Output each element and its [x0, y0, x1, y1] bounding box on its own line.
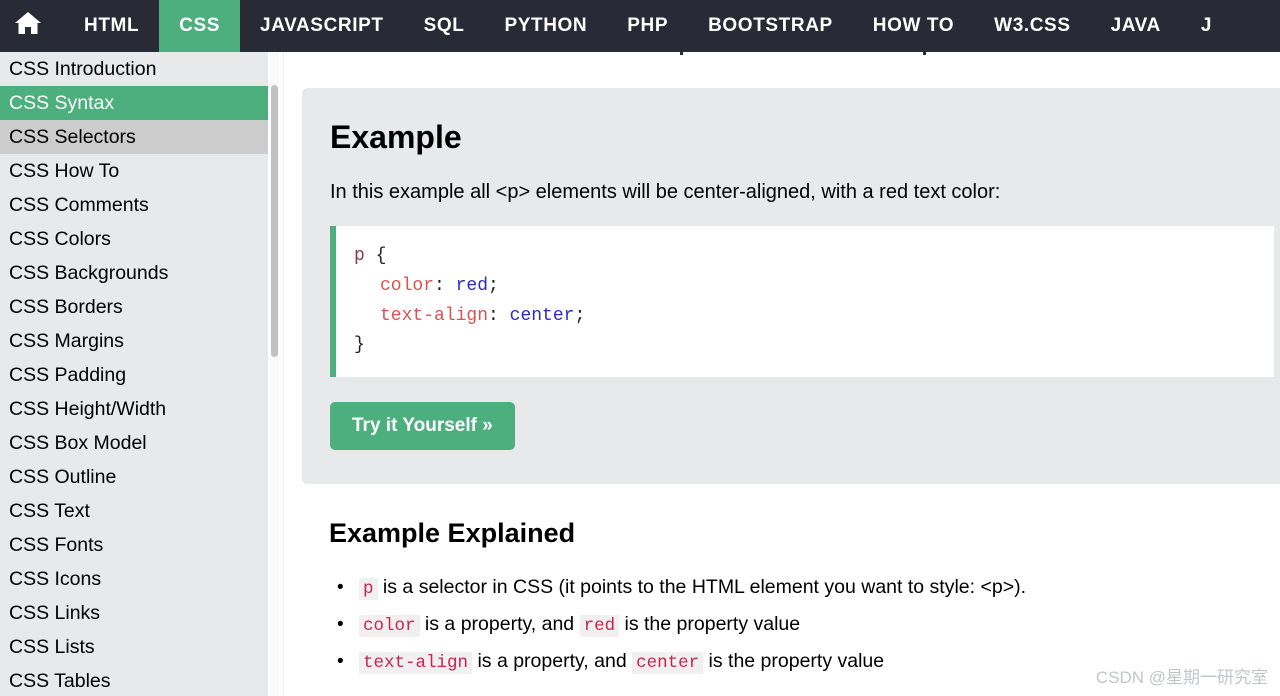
nav-item-css[interactable]: CSS — [159, 0, 241, 52]
example-description: In this example all <p> elements will be… — [330, 181, 1001, 204]
top-navigation-bar: HTML CSS JAVASCRIPT SQL PYTHON PHP BOOTSTRAP HO… — [0, 0, 1280, 52]
sidebar-item-css-borders[interactable]: CSS Borders — [0, 290, 268, 324]
nav-item-j[interactable]: J — [1181, 0, 1232, 52]
home-nav-button[interactable] — [0, 0, 64, 52]
sidebar-item-css-outline[interactable]: CSS Outline — [0, 460, 268, 494]
code-property-text-align: text-align — [380, 305, 489, 326]
inline-code: center — [632, 652, 704, 674]
code-value-center: center — [509, 305, 575, 326]
sidebar-scrollbar-thumb[interactable] — [271, 85, 278, 357]
sidebar-item-css-height-width[interactable]: CSS Height/Width — [0, 392, 268, 426]
explained-text: is a property, and — [419, 613, 580, 635]
code-open-brace: { — [364, 246, 387, 267]
explained-list-item: color is a property, and red is the prop… — [329, 607, 1249, 644]
code-colon-1: : — [434, 276, 456, 297]
sidebar-divider — [283, 52, 284, 696]
code-snippet: p { color: red; text-align: center; } — [330, 226, 1274, 378]
sidebar-item-css-comments[interactable]: CSS Comments — [0, 188, 268, 222]
sidebar-item-css-fonts[interactable]: CSS Fonts — [0, 528, 268, 562]
clipped-text-remnant — [923, 52, 926, 55]
sidebar-item-css-syntax[interactable]: CSS Syntax — [0, 86, 268, 120]
sidebar-item-css-tables[interactable]: CSS Tables — [0, 664, 268, 696]
main-content-area: Example In this example all <p> elements… — [284, 52, 1280, 696]
sidebar-item-css-introduction[interactable]: CSS Introduction — [0, 52, 268, 86]
inline-code: text-align — [359, 652, 473, 674]
explained-list-item: p is a selector in CSS (it points to the… — [329, 570, 1249, 607]
inline-code: color — [359, 615, 420, 637]
code-property-color: color — [380, 276, 435, 297]
sidebar-item-css-padding[interactable]: CSS Padding — [0, 358, 268, 392]
sidebar-item-css-selectors[interactable]: CSS Selectors — [0, 120, 268, 154]
nav-item-java[interactable]: JAVA — [1091, 0, 1181, 52]
home-icon — [14, 10, 42, 42]
nav-item-php[interactable]: PHP — [607, 0, 688, 52]
explained-text: is the property value — [619, 613, 801, 635]
sidebar-item-css-colors[interactable]: CSS Colors — [0, 222, 268, 256]
sidebar-item-css-links[interactable]: CSS Links — [0, 596, 268, 630]
sidebar-item-css-margins[interactable]: CSS Margins — [0, 324, 268, 358]
sidebar-item-css-text[interactable]: CSS Text — [0, 494, 268, 528]
code-semicolon-2: ; — [574, 305, 586, 326]
try-it-yourself-button[interactable]: Try it Yourself » — [330, 402, 515, 451]
nav-item-w3-css[interactable]: W3.CSS — [974, 0, 1090, 52]
sidebar-item-css-how-to[interactable]: CSS How To — [0, 154, 268, 188]
nav-item-sql[interactable]: SQL — [404, 0, 485, 52]
clipped-text-remnant — [680, 52, 683, 55]
sidebar-item-css-lists[interactable]: CSS Lists — [0, 630, 268, 664]
explained-text: is the property value — [703, 650, 885, 672]
inline-code: p — [359, 578, 378, 600]
nav-item-html[interactable]: HTML — [64, 0, 159, 52]
sidebar-item-css-icons[interactable]: CSS Icons — [0, 562, 268, 596]
inline-code: red — [579, 615, 620, 637]
sidebar-item-css-backgrounds[interactable]: CSS Backgrounds — [0, 256, 268, 290]
nav-item-python[interactable]: PYTHON — [484, 0, 607, 52]
nav-items-container: HTML CSS JAVASCRIPT SQL PYTHON PHP BOOTSTRAP HO… — [64, 0, 1232, 52]
sidebar-navigation: CSS Introduction CSS Syntax CSS Selectors C… — [0, 52, 268, 696]
example-heading: Example — [330, 119, 462, 155]
code-semicolon-1: ; — [488, 276, 499, 297]
sidebar-item-list: CSS Introduction CSS Syntax CSS Selectors C… — [0, 52, 268, 696]
nav-item-javascript[interactable]: JAVASCRIPT — [240, 0, 404, 52]
sidebar-item-css-box-model[interactable]: CSS Box Model — [0, 426, 268, 460]
example-explained-heading: Example Explained — [329, 518, 576, 548]
nav-item-bootstrap[interactable]: BOOTSTRAP — [688, 0, 853, 52]
code-close-brace: } — [354, 335, 365, 356]
explained-text: is a property, and — [472, 650, 633, 672]
nav-item-how-to[interactable]: HOW TO — [853, 0, 974, 52]
csdn-watermark: CSDN @星期一研究室 — [1095, 668, 1268, 687]
code-value-red: red — [455, 276, 489, 297]
code-colon-2: : — [488, 305, 510, 326]
example-panel: Example In this example all <p> elements… — [302, 88, 1280, 485]
explained-text: is a selector in CSS (it points to the H… — [377, 576, 1026, 598]
code-selector: p — [354, 246, 365, 267]
